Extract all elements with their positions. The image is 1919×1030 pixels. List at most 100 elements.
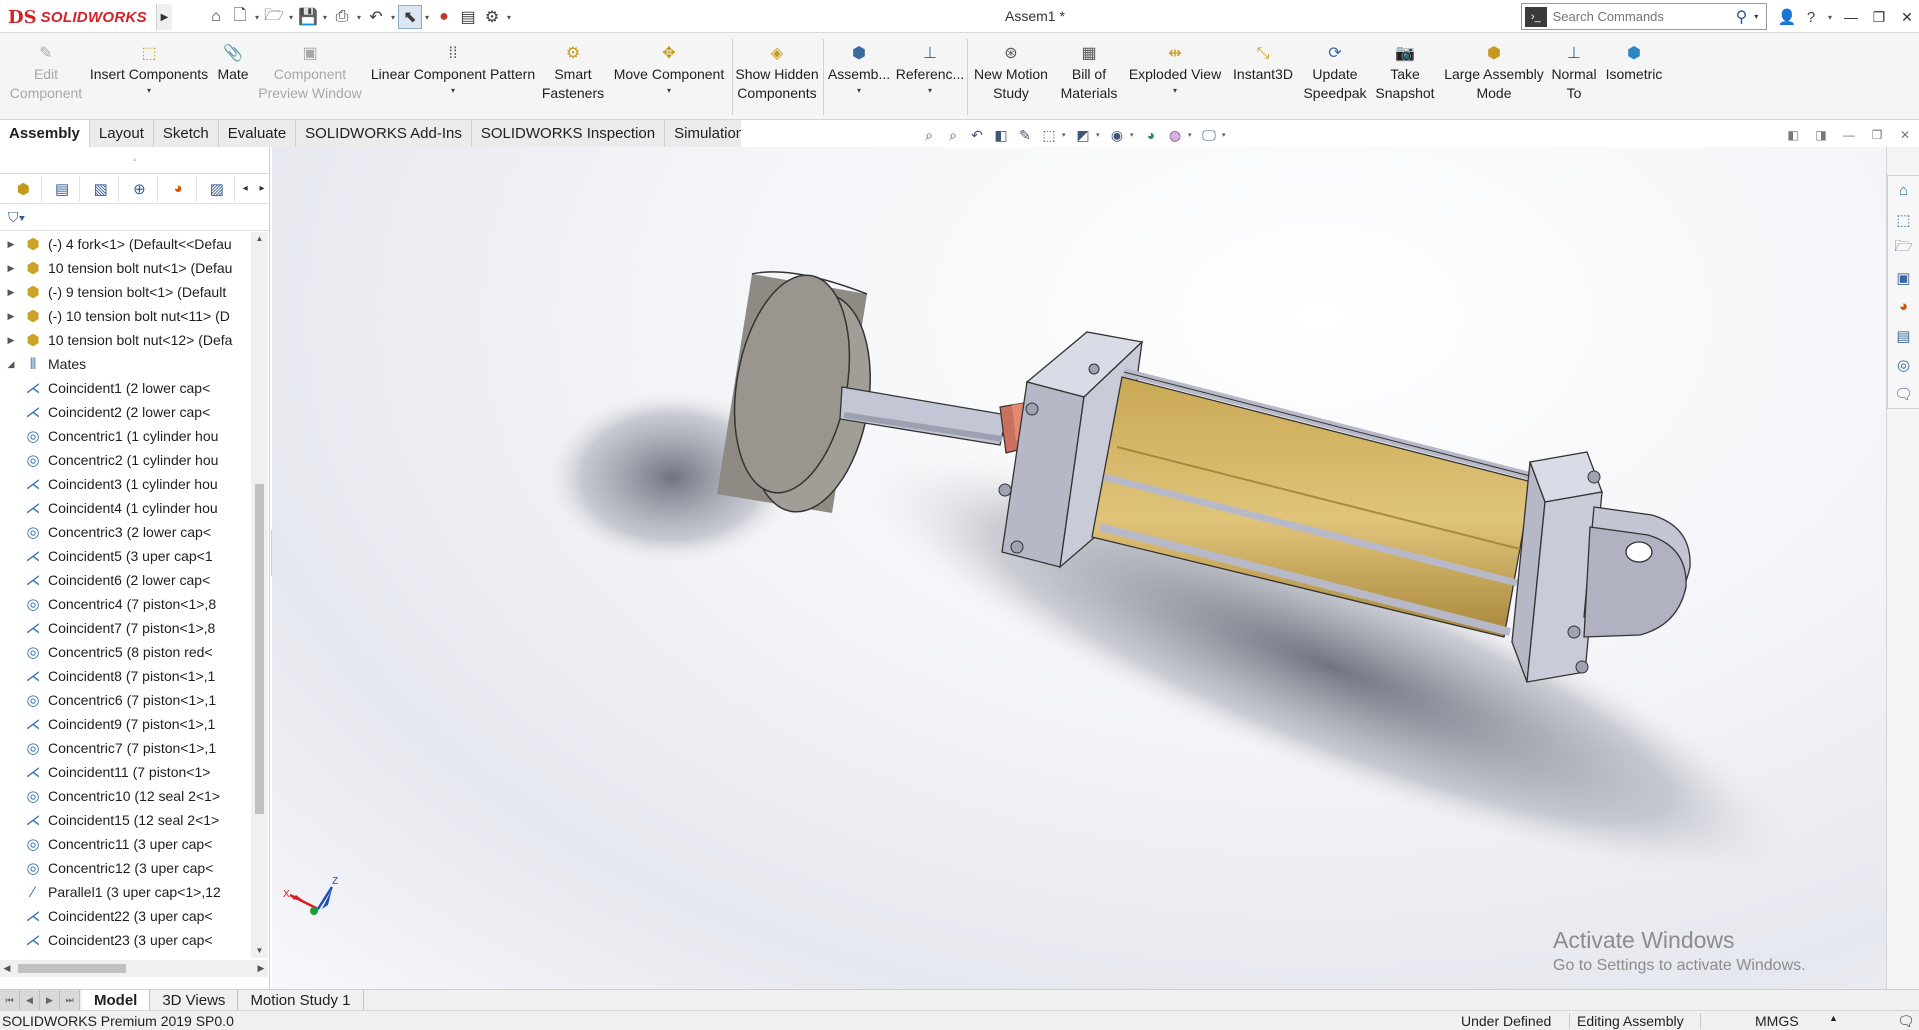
update-speedpak-button[interactable]: ⟳ Update Speedpak — [1301, 43, 1369, 103]
display-style-dropdown-icon[interactable]: ▾ — [1096, 131, 1104, 139]
tree-mate-row[interactable]: ⋌ Coincident15 (12 seal 2<1> — [0, 808, 250, 832]
isometric-button[interactable]: ⬢ Isometric — [1601, 43, 1667, 84]
dimxpert-tab-icon[interactable]: ⊕ — [122, 175, 158, 202]
tab-motion-study-1[interactable]: Motion Study 1 — [238, 990, 364, 1010]
view-settings-dropdown-icon[interactable]: ▾ — [1222, 131, 1230, 139]
previous-view-icon[interactable]: ↶ — [966, 125, 988, 145]
new-motion-study-button[interactable]: ⊛ New Motion Study — [969, 43, 1053, 103]
expand-arrow-icon[interactable]: ▶ — [0, 263, 22, 274]
tree-mate-row[interactable]: ⋌ Coincident5 (3 uper cap<1 — [0, 544, 250, 568]
file-explorer-icon[interactable]: 🗁 — [1888, 234, 1919, 263]
home-icon[interactable]: ⌂ — [204, 5, 228, 29]
tab-addins[interactable]: SOLIDWORKS Add-Ins — [296, 120, 472, 147]
tree-component-row[interactable]: ▶ ⬢ 10 tension bolt nut<1> (Defau — [0, 256, 250, 280]
save-icon[interactable]: 💾 — [296, 5, 320, 29]
tree-mates-folder[interactable]: ◢ ⫴ Mates — [0, 352, 250, 376]
linear-component-pattern-button[interactable]: ⁞⁞ Linear Component Pattern ▾ — [368, 43, 538, 96]
hide-show-dropdown-icon[interactable]: ▾ — [1130, 131, 1138, 139]
view-palette-icon[interactable]: ▣ — [1888, 263, 1919, 292]
large-assembly-mode-button[interactable]: ⬢ Large Assembly Mode — [1441, 43, 1547, 103]
save-dropdown-icon[interactable]: ▾ — [320, 13, 330, 22]
search-commands-box[interactable]: ›_ ⚲ ▾ — [1521, 3, 1767, 30]
apply-scene-icon[interactable]: ◍ — [1164, 125, 1186, 145]
unit-system[interactable]: MMGS — [1755, 1013, 1799, 1029]
clevis-fork[interactable] — [1583, 506, 1691, 638]
file-properties-icon[interactable]: ▤ — [456, 5, 480, 29]
view-orientation-icon[interactable]: ⬚ — [1038, 125, 1060, 145]
tree-horizontal-scrollbar[interactable]: ◀ ▶ — [0, 960, 268, 977]
tree-mate-row[interactable]: ◎ Concentric11 (3 uper cap< — [0, 832, 250, 856]
tree-mate-row[interactable]: ⋌ Coincident6 (2 lower cap< — [0, 568, 250, 592]
tree-mate-row[interactable]: ⋌ Coincident7 (7 piston<1>,8 — [0, 616, 250, 640]
assembly-features-dropdown-icon[interactable]: ▾ — [857, 86, 861, 96]
tree-mate-row[interactable]: ⋌ Coincident22 (3 uper cap< — [0, 904, 250, 928]
tab-model[interactable]: Model — [82, 990, 151, 1010]
tree-mate-row[interactable]: ◎ Concentric6 (7 piston<1>,1 — [0, 688, 250, 712]
last-tab-icon[interactable]: ⏭ — [60, 990, 80, 1010]
move-component-dropdown-icon[interactable]: ▾ — [667, 86, 671, 96]
edit-appearance-icon[interactable]: ◕ — [1140, 125, 1162, 145]
tree-mate-row[interactable]: ◎ Concentric1 (1 cylinder hou — [0, 424, 250, 448]
tooltip-toggle-icon[interactable]: 🗨 — [1897, 1013, 1915, 1030]
feature-manager-tab-icon[interactable]: ⬢ — [6, 175, 42, 202]
exploded-view-button[interactable]: ⇹ Exploded View ▾ — [1125, 43, 1225, 96]
unit-system-dropdown-icon[interactable]: ▲ — [1829, 1013, 1838, 1023]
view-settings-icon[interactable]: 🖵 — [1198, 125, 1220, 145]
reference-geometry-dropdown-icon[interactable]: ▾ — [928, 86, 932, 96]
scroll-left-icon[interactable]: ◀ — [0, 960, 14, 977]
open-dropdown-icon[interactable]: ▾ — [286, 13, 296, 22]
solidworks-logo[interactable]: DS SOLIDWORKS — [8, 6, 147, 28]
display-style-icon[interactable]: ◩ — [1072, 125, 1094, 145]
undo-icon[interactable]: ↶ — [364, 5, 388, 29]
search-icon[interactable]: ⚲ — [1729, 7, 1755, 27]
tree-mate-row[interactable]: ⋌ Coincident4 (1 cylinder hou — [0, 496, 250, 520]
tabs-scroll-left-icon[interactable]: ◂ — [238, 183, 252, 194]
print-dropdown-icon[interactable]: ▾ — [354, 13, 364, 22]
tree-mate-row[interactable]: ◎ Concentric10 (12 seal 2<1> — [0, 784, 250, 808]
user-icon[interactable]: 👤 — [1777, 6, 1797, 28]
tab-3d-views[interactable]: 3D Views — [150, 990, 239, 1010]
assembly-features-button[interactable]: ⬢ Assemb... ▾ — [825, 43, 893, 96]
solidworks-resources-icon[interactable]: ⌂ — [1888, 176, 1919, 205]
select-dropdown-icon[interactable]: ▾ — [422, 13, 432, 22]
tree-mate-row[interactable]: ⋌ Coincident23 (3 uper cap< — [0, 928, 250, 952]
reference-geometry-button[interactable]: ⊥ Referenc... ▾ — [895, 43, 965, 96]
tree-component-row[interactable]: ▶ ⬢ 10 tension bolt nut<12> (Defa — [0, 328, 250, 352]
options-dropdown-icon[interactable]: ▾ — [504, 13, 514, 22]
print-icon[interactable]: ⎙ — [330, 5, 354, 29]
scroll-right-icon[interactable]: ▶ — [254, 960, 268, 977]
help-icon[interactable]: ? — [1801, 6, 1821, 28]
normal-to-button[interactable]: ⊥ Normal To — [1549, 43, 1599, 103]
scroll-down-icon[interactable]: ▼ — [251, 944, 268, 958]
search-dropdown-icon[interactable]: ▾ — [1754, 12, 1766, 21]
tab-assembly[interactable]: Assembly — [0, 120, 90, 147]
configuration-manager-tab-icon[interactable]: ▧ — [83, 175, 120, 202]
viewport-close-icon[interactable]: ✕ — [1896, 126, 1914, 144]
viewport-restore-icon[interactable]: ❐ — [1868, 126, 1886, 144]
open-folder-icon[interactable]: 🗁 — [262, 5, 286, 29]
tree-component-row[interactable]: ▶ ⬢ (-) 4 fork<1> (Default<<Defau — [0, 232, 250, 256]
insert-components-dropdown-icon[interactable]: ▾ — [147, 86, 151, 96]
smart-fasteners-button[interactable]: ⚙ Smart Fasteners — [541, 43, 605, 103]
tree-mate-row[interactable]: ⋌ Coincident11 (7 piston<1> — [0, 760, 250, 784]
zoom-to-area-icon[interactable]: ⌕ — [942, 125, 964, 145]
options-gear-icon[interactable]: ⚙ — [480, 5, 504, 29]
tree-mate-row[interactable]: ◎ Concentric3 (2 lower cap< — [0, 520, 250, 544]
new-dropdown-icon[interactable]: ▾ — [252, 13, 262, 22]
select-cursor-icon[interactable]: ⬉ — [398, 5, 422, 29]
menu-expand-arrow-icon[interactable]: ▶ — [156, 4, 172, 30]
move-component-button[interactable]: ✥ Move Component ▾ — [608, 43, 730, 96]
scrollbar-thumb[interactable] — [18, 964, 126, 973]
tree-mate-row[interactable]: ⋌ Coincident9 (7 piston<1>,1 — [0, 712, 250, 736]
tree-mate-row[interactable]: ⋌ Coincident8 (7 piston<1>,1 — [0, 664, 250, 688]
custom-properties-icon[interactable]: ▤ — [1888, 321, 1919, 350]
split-left-icon[interactable]: ◧ — [1784, 126, 1802, 144]
tree-mate-row[interactable]: ⋌ Coincident3 (1 cylinder hou — [0, 472, 250, 496]
edit-component-button[interactable]: ✎ Edit Component — [6, 43, 86, 103]
split-right-icon[interactable]: ◨ — [1812, 126, 1830, 144]
view-orientation-dropdown-icon[interactable]: ▾ — [1062, 131, 1070, 139]
instant3d-button[interactable]: ⤡ Instant3D — [1228, 43, 1298, 84]
display-manager-tab-icon[interactable]: ◕ — [161, 175, 197, 202]
tree-component-row[interactable]: ▶ ⬢ (-) 10 tension bolt nut<11> (D — [0, 304, 250, 328]
minimize-icon[interactable]: — — [1839, 6, 1863, 28]
